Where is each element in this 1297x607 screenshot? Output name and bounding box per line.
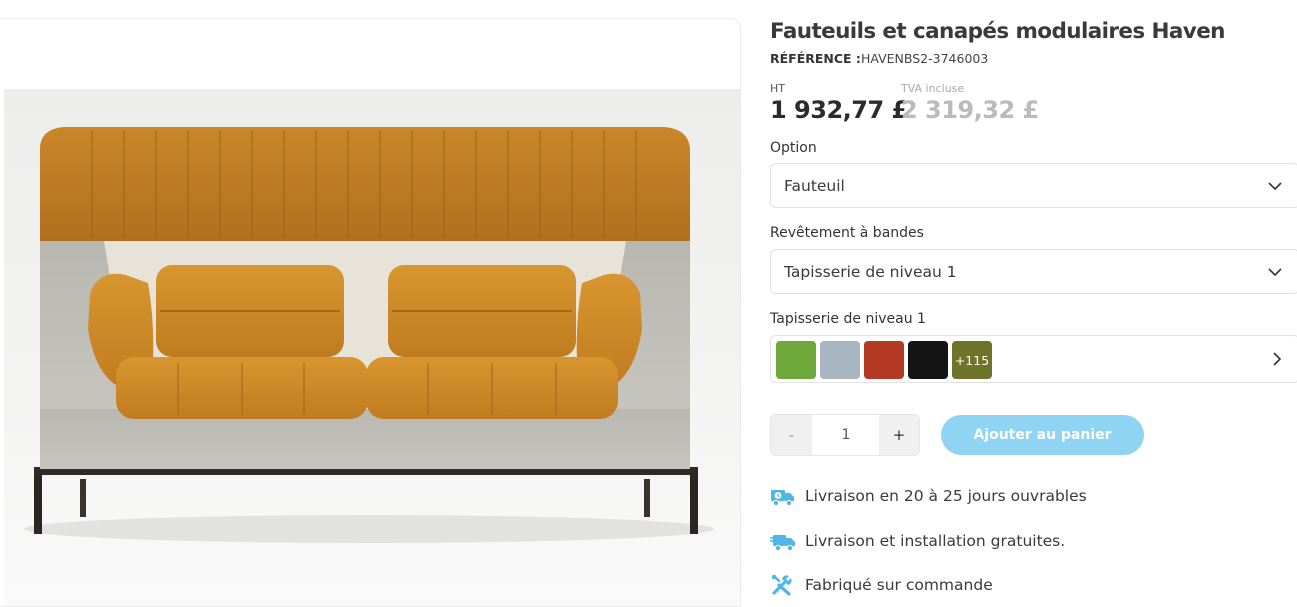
- quantity-input[interactable]: [812, 415, 880, 455]
- quantity-increase-button[interactable]: +: [879, 415, 919, 455]
- swatch-green[interactable]: [776, 341, 816, 379]
- swatch-red[interactable]: [864, 341, 904, 379]
- chevron-down-icon: [1268, 182, 1282, 191]
- quantity-decrease-button[interactable]: -: [771, 415, 812, 455]
- price-ht: HT 1 932,77 £: [770, 82, 908, 124]
- fabric-label: Tapisserie de niveau 1: [770, 311, 926, 327]
- reference-label: RÉFÉRENCE :: [770, 51, 861, 66]
- price-ttc: TVA incluse 2 319,32 £: [901, 82, 1039, 124]
- price-ttc-value: 2 319,32 £: [901, 96, 1039, 124]
- swatch-black[interactable]: [908, 341, 948, 379]
- feature-made-to-order-text: Fabriqué sur commande: [805, 576, 993, 594]
- feature-free-delivery-text: Livraison et installation gratuites.: [805, 532, 1066, 550]
- reference-value: HAVENBS2-3746003: [860, 51, 989, 66]
- add-to-cart-button[interactable]: Ajouter au panier: [941, 415, 1144, 455]
- product-image-panel: [0, 18, 741, 607]
- option-label: Option: [770, 140, 817, 156]
- product-image[interactable]: [4, 89, 740, 606]
- covering-label: Revêtement à bandes: [770, 225, 924, 241]
- covering-select[interactable]: Tapisserie de niveau 1: [770, 249, 1297, 294]
- product-info: Fauteuils et canapés modulaires Haven RÉ…: [770, 18, 1297, 596]
- quantity-stepper: - +: [770, 414, 920, 456]
- product-reference: RÉFÉRENCE :HAVENBS2-3746003: [770, 51, 1297, 66]
- delivery-time-icon: [771, 490, 794, 507]
- product-title: Fauteuils et canapés modulaires Haven: [770, 19, 1225, 44]
- option-select[interactable]: Fauteuil: [770, 163, 1297, 208]
- more-swatches-count: +115: [954, 352, 990, 368]
- fabric-swatch-selector[interactable]: +115: [770, 335, 1297, 383]
- price-ht-label: HT: [770, 82, 785, 95]
- delivery-truck-icon: [770, 535, 795, 552]
- sofa-illustration: [24, 127, 714, 543]
- covering-select-value: Tapisserie de niveau 1: [784, 262, 957, 281]
- feature-made-to-order: Fabriqué sur commande: [770, 572, 993, 598]
- price-ht-value: 1 932,77 £: [770, 96, 908, 124]
- option-select-value: Fauteuil: [784, 176, 845, 195]
- chevron-right-icon[interactable]: [1269, 351, 1285, 367]
- price-ttc-label: TVA incluse: [901, 82, 965, 95]
- feature-free-delivery: Livraison et installation gratuites.: [770, 528, 1065, 554]
- price-section: HT 1 932,77 £ TVA incluse 2 319,32 £: [770, 82, 1170, 132]
- feature-delivery-time: Livraison en 20 à 25 jours ouvrables: [770, 483, 1087, 509]
- chevron-down-icon: [1268, 268, 1282, 277]
- feature-delivery-time-text: Livraison en 20 à 25 jours ouvrables: [805, 487, 1087, 505]
- more-swatches-button[interactable]: +115: [952, 341, 992, 379]
- tools-icon: [772, 575, 792, 596]
- swatch-light-grey-blue[interactable]: [820, 341, 860, 379]
